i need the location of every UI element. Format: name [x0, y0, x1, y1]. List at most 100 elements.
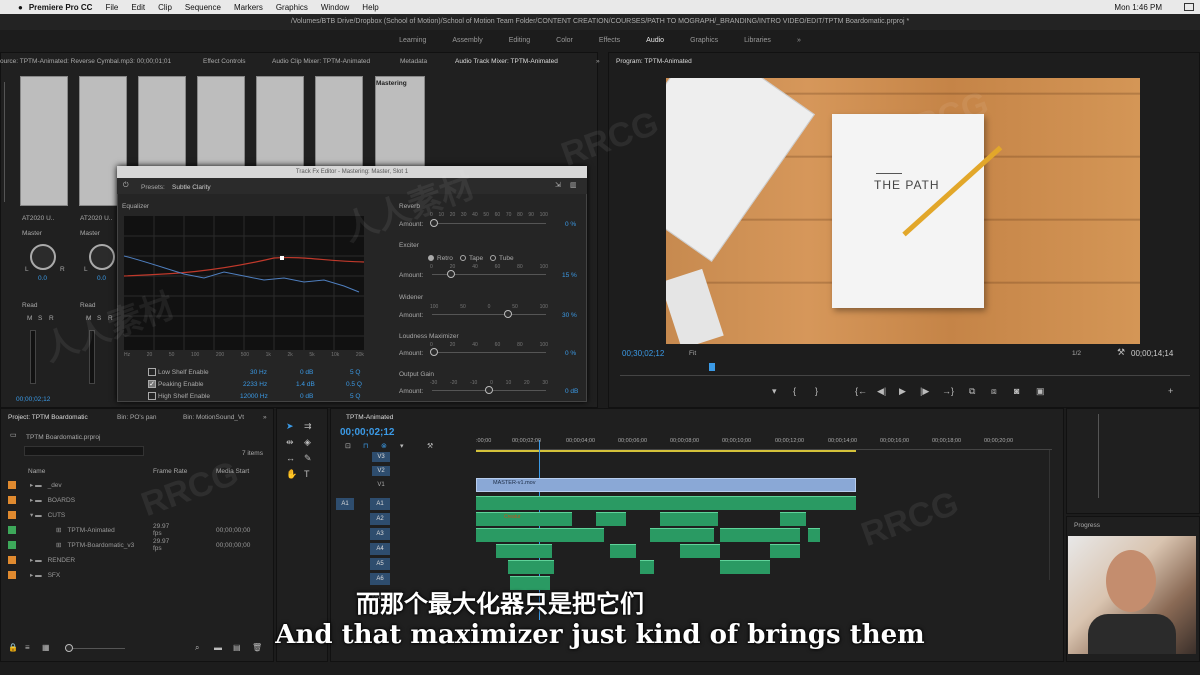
menu-graphics[interactable]: Graphics — [276, 3, 308, 12]
export-frame-icon[interactable]: ◙ — [1014, 386, 1019, 396]
exciter-tape-radio[interactable] — [460, 255, 466, 261]
output-value[interactable]: 0 dB — [565, 384, 578, 398]
wrench-icon[interactable]: ⚒ — [1117, 347, 1125, 357]
timeline-timecode[interactable]: 00;00;02;12 — [340, 425, 394, 439]
timeline-ruler[interactable] — [476, 432, 1052, 450]
menu-clip[interactable]: Clip — [158, 3, 172, 12]
loudness-slider[interactable] — [430, 348, 546, 356]
audio-clip[interactable] — [660, 512, 718, 526]
menu-sequence[interactable]: Sequence — [185, 3, 221, 12]
source-tab[interactable]: ource: TPTM-Animated: Reverse Cymbal.mp3… — [0, 54, 171, 68]
project-tab[interactable]: Project: TPTM Boardomatic — [8, 410, 88, 424]
audio-clip-a4[interactable] — [496, 544, 552, 558]
automation-mode-1[interactable]: Read — [22, 298, 38, 312]
insert-icon[interactable]: ⧉ — [969, 386, 975, 396]
audio-clip[interactable] — [808, 528, 820, 542]
widener-value[interactable]: 30 % — [562, 308, 577, 322]
project-row[interactable]: ⊞ TPTM-Animated 29.97 fps 00;00;00;00 — [8, 523, 250, 537]
comparison-view-icon[interactable]: ▣ — [1036, 386, 1045, 396]
exciter-slider-handle[interactable] — [447, 270, 455, 278]
playhead-marker[interactable] — [709, 363, 715, 371]
audio-clip-a2[interactable]: Creatur — [476, 512, 572, 526]
ws-effects[interactable]: Effects — [599, 37, 620, 44]
bin-tab-1[interactable]: Bin: PO's pan — [117, 410, 157, 424]
menu-file[interactable]: File — [105, 3, 118, 12]
step-back-icon[interactable]: ◀| — [877, 386, 886, 396]
high-shelf-checkbox[interactable] — [148, 392, 156, 400]
exciter-value[interactable]: 15 % — [562, 268, 577, 282]
exciter-tube-radio[interactable] — [490, 255, 496, 261]
bin-tab-2[interactable]: Bin: MotionSound_Vt — [183, 410, 244, 424]
play-icon[interactable]: ▶ — [899, 386, 906, 396]
menu-markers[interactable]: Markers — [234, 3, 263, 12]
project-row[interactable]: ▸ ▬ SFX — [8, 569, 60, 581]
track-header-controls[interactable] — [360, 452, 470, 582]
track-select-tool-icon[interactable]: ⇉ — [304, 421, 312, 431]
output-slider[interactable] — [432, 386, 546, 394]
apple-icon[interactable]: ● — [18, 3, 23, 12]
slip-tool-icon[interactable]: ↔ — [286, 453, 295, 463]
project-search-input[interactable] — [24, 446, 144, 456]
timeline-vertical-scrollbar[interactable] — [1049, 450, 1055, 580]
fx-editor-titlebar[interactable]: Track Fx Editor - Mastering: Master, Slo… — [117, 166, 587, 178]
high-shelf-gain[interactable]: 0 dB — [300, 389, 313, 403]
ws-assembly[interactable]: Assembly — [452, 37, 482, 44]
add-button-icon[interactable]: + — [1168, 386, 1173, 396]
project-row[interactable]: ▸ ▬ _dev — [8, 479, 62, 491]
ws-learning[interactable]: Learning — [399, 37, 426, 44]
power-icon[interactable]: ⏻ — [123, 181, 129, 191]
audio-clip[interactable] — [680, 544, 720, 558]
progress-tab[interactable]: Progress — [1074, 518, 1100, 532]
low-shelf-checkbox[interactable] — [148, 368, 156, 376]
save-preset-icon[interactable]: ⇲ — [555, 181, 561, 191]
channel-input-2[interactable]: AT2020 U.. — [80, 211, 112, 225]
go-to-out-icon[interactable]: →} — [942, 386, 954, 396]
ws-audio[interactable]: Audio — [646, 37, 664, 44]
project-row[interactable]: ⊞ TPTM-Boardomatic_v3 29.97 fps 00;00;00;00 — [8, 538, 250, 552]
channel-output-1[interactable]: Master — [22, 226, 42, 240]
pan-value-2[interactable]: 0.0 — [97, 271, 106, 285]
hand-tool-icon[interactable]: ✋ — [286, 469, 297, 479]
widener-slider-handle[interactable] — [504, 310, 512, 318]
clear-in-icon[interactable]: } — [815, 386, 818, 396]
ripple-edit-tool-icon[interactable]: ⇹ — [286, 437, 294, 447]
ws-more[interactable]: » — [797, 37, 801, 44]
channel-input-1[interactable]: AT2020 U.. — [22, 211, 54, 225]
program-monitor-tab[interactable]: Program: TPTM-Animated — [616, 54, 692, 68]
linked-selection-icon[interactable]: ⊗ — [381, 442, 387, 452]
menu-help[interactable]: Help — [362, 3, 378, 12]
reverb-value[interactable]: 0 % — [565, 217, 576, 231]
video-clip-master[interactable]: MASTER-v1.mov — [476, 478, 856, 492]
output-slider-handle[interactable] — [485, 386, 493, 394]
selection-tool-icon[interactable]: ➤ — [286, 421, 294, 431]
ws-editing[interactable]: Editing — [509, 37, 530, 44]
channel-output-2[interactable]: Master — [80, 226, 100, 240]
timeline-tab[interactable]: TPTM-Animated — [346, 410, 393, 424]
mark-in-icon[interactable]: ▾ — [772, 386, 777, 396]
project-more-tabs[interactable]: » — [263, 410, 267, 424]
eq-peak-handle[interactable] — [280, 256, 284, 260]
presets-dropdown[interactable]: Subtle Clarity — [172, 180, 211, 194]
loudness-value[interactable]: 0 % — [565, 346, 576, 360]
pen-tool-icon[interactable]: ✎ — [304, 453, 312, 463]
type-tool-icon[interactable]: T — [304, 469, 310, 479]
program-time-ruler[interactable] — [620, 368, 1190, 376]
high-shelf-freq[interactable]: 12000 Hz — [240, 389, 268, 403]
project-row[interactable]: ▾ ▬ CUTS — [8, 509, 65, 521]
audio-clip[interactable] — [650, 528, 714, 542]
panel-more-tabs[interactable]: » — [596, 54, 600, 68]
effect-controls-tab[interactable]: Effect Controls — [203, 54, 246, 68]
metadata-tab[interactable]: Metadata — [400, 54, 427, 68]
audio-clip[interactable] — [720, 528, 800, 542]
work-area-bar[interactable] — [476, 450, 856, 452]
program-timecode[interactable]: 00;30;02;12 — [622, 346, 664, 360]
audio-clip-mixer-tab[interactable]: Audio Clip Mixer: TPTM-Animated — [272, 54, 370, 68]
col-name-header[interactable]: Name — [28, 464, 45, 478]
ws-color[interactable]: Color — [556, 37, 573, 44]
razor-tool-icon[interactable]: ◈ — [304, 437, 311, 447]
menu-edit[interactable]: Edit — [131, 3, 145, 12]
reverb-slider[interactable] — [430, 219, 546, 227]
audio-clip[interactable] — [720, 560, 770, 574]
resolution-dropdown[interactable]: 1/2 — [1072, 346, 1081, 360]
pan-value-1[interactable]: 0.0 — [38, 271, 47, 285]
